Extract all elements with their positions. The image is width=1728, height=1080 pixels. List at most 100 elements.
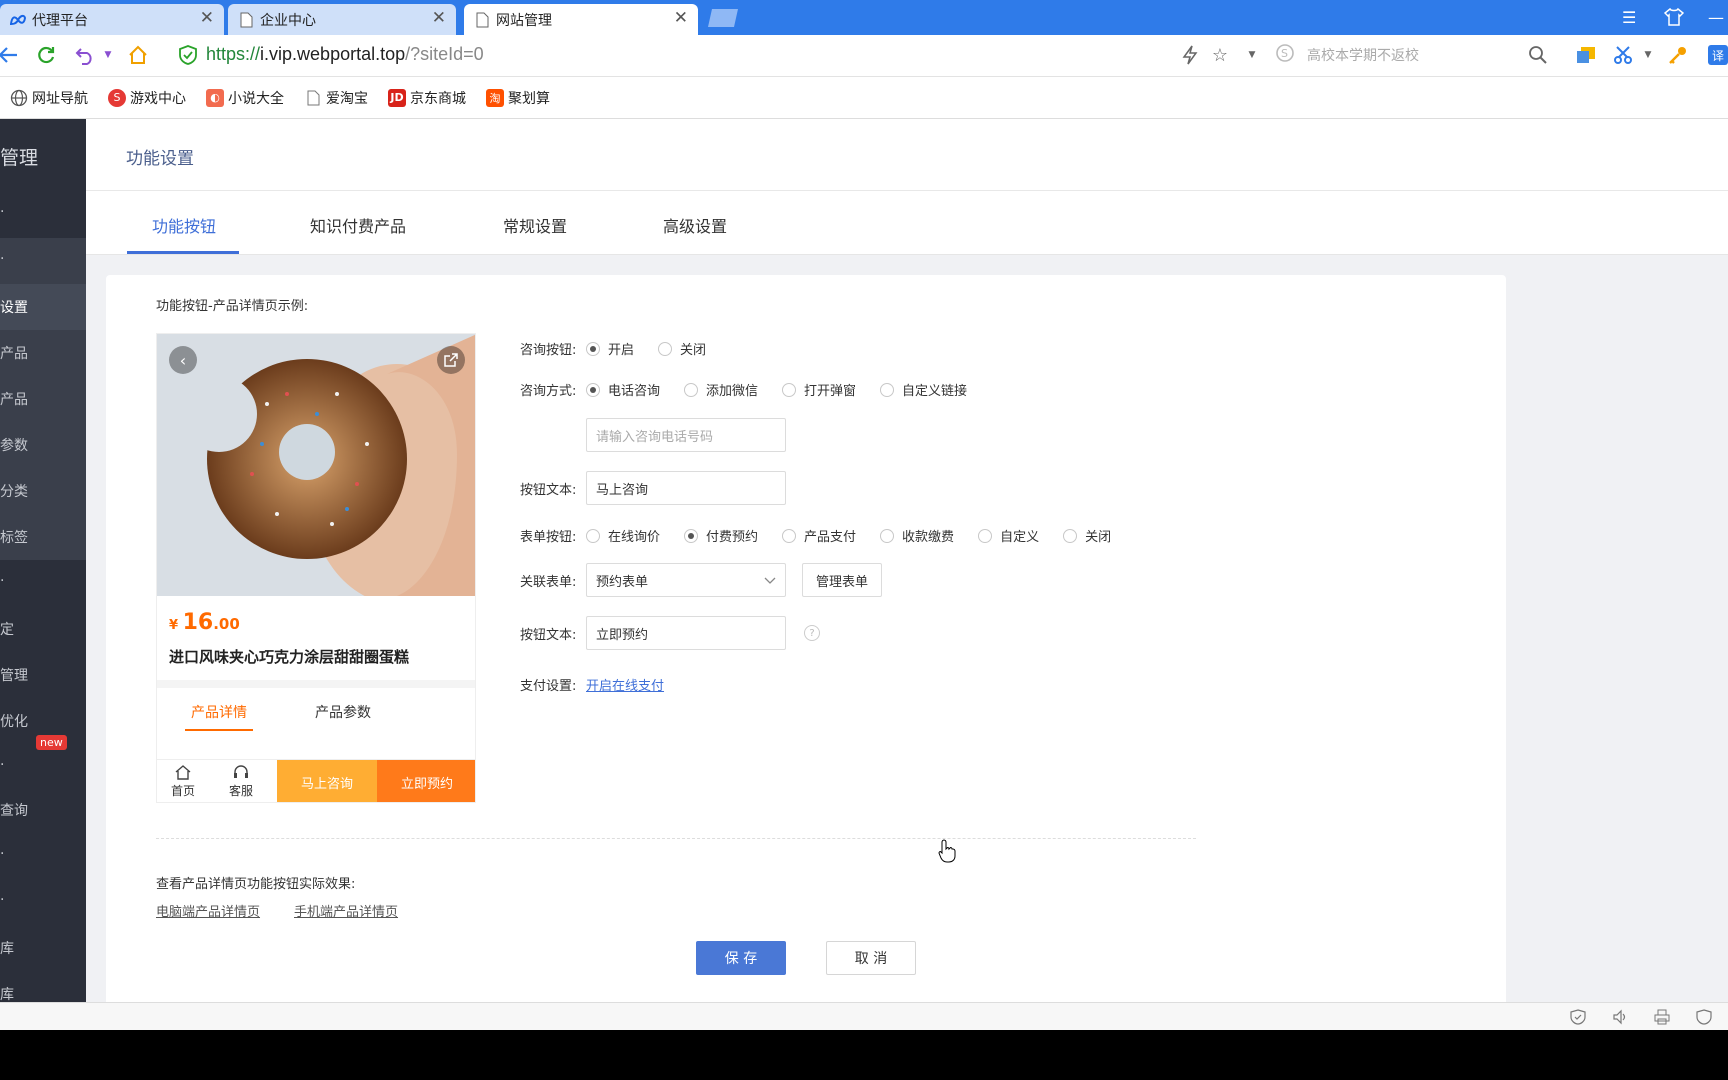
- sidebar-item-settings[interactable]: 设置: [0, 284, 86, 330]
- back-arrow-icon[interactable]: [0, 43, 20, 67]
- taobao-icon: 淘: [486, 88, 504, 107]
- sidebar-item-query[interactable]: 查询: [0, 787, 86, 833]
- effect-links: 电脑端产品详情页 手机端产品详情页: [156, 901, 432, 920]
- minimize-icon[interactable]: —: [1708, 8, 1724, 27]
- bookmark-aitaobao[interactable]: 爱淘宝: [304, 88, 368, 108]
- radio-form-off[interactable]: 关闭: [1063, 526, 1111, 545]
- preview-book-button[interactable]: 立即预约: [377, 760, 475, 802]
- search-placeholder: 高校本学期不返校: [1307, 48, 1419, 64]
- radio-consult-on[interactable]: 开启: [586, 339, 634, 358]
- phone-input[interactable]: 请输入咨询电话号码: [586, 418, 786, 452]
- radio-method-popup[interactable]: 打开弹窗: [782, 380, 856, 399]
- sidebar-item[interactable]: 定: [0, 606, 86, 652]
- bookmark-nav[interactable]: 网址导航: [10, 88, 88, 108]
- screenshot-icon[interactable]: [1574, 43, 1598, 67]
- tab-advanced-settings[interactable]: 高级设置: [663, 213, 727, 237]
- browser-tab-agent-platform[interactable]: 代理平台 ✕: [0, 4, 224, 35]
- chevron-down-icon[interactable]: ▼: [1240, 43, 1264, 67]
- radio-consult-off[interactable]: 关闭: [658, 339, 706, 358]
- tab-function-buttons[interactable]: 功能按钮: [152, 213, 216, 237]
- save-button[interactable]: 保 存: [696, 941, 786, 975]
- cancel-button[interactable]: 取 消: [826, 941, 916, 975]
- sidebar-item-tags[interactable]: 标签: [0, 514, 86, 560]
- help-icon[interactable]: ?: [804, 625, 820, 641]
- search-box[interactable]: S 高校本学期不返校: [1275, 39, 1555, 71]
- radio-online-inquiry[interactable]: 在线询价: [586, 526, 660, 545]
- sidebar-item-products-2[interactable]: 产品: [0, 376, 86, 422]
- refresh-icon[interactable]: [34, 43, 58, 67]
- preview-tab-detail[interactable]: 产品详情: [191, 702, 247, 722]
- sidebar-item[interactable]: ·: [0, 560, 86, 606]
- browser-tab-enterprise-center[interactable]: 企业中心 ✕: [228, 4, 456, 35]
- radio-custom[interactable]: 自定义: [978, 526, 1039, 545]
- translate-icon[interactable]: 译: [1706, 43, 1728, 67]
- consult-method-row: 咨询方式: 电话咨询 添加微信 打开弹窗 自定义链接: [520, 380, 991, 399]
- active-tab-indicator: [127, 251, 239, 254]
- radio-product-payment[interactable]: 产品支付: [782, 526, 856, 545]
- sidebar-item-library[interactable]: 库: [0, 925, 86, 971]
- url-field[interactable]: https://i.vip.webportal.top/?siteId=0: [206, 44, 484, 65]
- chevron-down-icon[interactable]: ▼: [96, 43, 120, 67]
- sidebar-item-library-2[interactable]: 库: [0, 971, 86, 1002]
- phone-input-row: 请输入咨询电话号码: [520, 418, 786, 452]
- bookmark-jd[interactable]: JD 京东商城: [388, 88, 466, 108]
- lightning-icon[interactable]: [1178, 43, 1202, 67]
- radio-method-phone[interactable]: 电话咨询: [586, 380, 660, 399]
- sidebar-item[interactable]: ·: [0, 744, 86, 790]
- sidebar-item[interactable]: ·: [0, 191, 86, 237]
- radio-method-custom-link[interactable]: 自定义链接: [880, 380, 967, 399]
- sidebar-item[interactable]: ·: [0, 833, 86, 879]
- sidebar-item-params[interactable]: 参数: [0, 422, 86, 468]
- sidebar-item-categories[interactable]: 分类: [0, 468, 86, 514]
- search-engine-icon[interactable]: S: [1275, 43, 1295, 67]
- printer-icon[interactable]: [1654, 1009, 1670, 1025]
- speaker-icon[interactable]: [1612, 1009, 1628, 1025]
- sidebar-item-management[interactable]: 管理: [0, 652, 86, 698]
- sidebar-item-products[interactable]: 产品: [0, 330, 86, 376]
- search-icon[interactable]: [1526, 43, 1550, 67]
- adblock-icon[interactable]: [1696, 1009, 1712, 1025]
- sidebar-item[interactable]: ·: [0, 238, 86, 284]
- browser-tab-site-management[interactable]: 网站管理 ✕: [464, 4, 698, 35]
- star-icon[interactable]: ☆: [1208, 43, 1232, 67]
- skin-icon[interactable]: [1663, 7, 1685, 30]
- bookmark-novels[interactable]: ◐ 小说大全: [206, 88, 284, 108]
- chevron-left-icon[interactable]: ‹: [169, 346, 197, 374]
- page: 管理 · · 设置 产品 产品 参数 分类 标签 · 定 管理 优化 new ·…: [0, 119, 1728, 1002]
- mobile-detail-link[interactable]: 手机端产品详情页: [294, 901, 398, 920]
- chevron-down-icon[interactable]: ▼: [1636, 43, 1660, 67]
- settings-card: 功能按钮-产品详情页示例: ‹ ¥ 16.00 进口风味夹心巧克力涂层甜甜圈蛋糕…: [106, 275, 1506, 1002]
- pc-detail-link[interactable]: 电脑端产品详情页: [156, 901, 260, 920]
- linked-form-select[interactable]: 预约表单: [586, 563, 786, 597]
- service-label: 客服: [228, 784, 253, 798]
- close-icon[interactable]: ✕: [674, 10, 688, 27]
- shield-check-icon[interactable]: [1570, 1009, 1586, 1025]
- menu-icon[interactable]: ☰: [1622, 8, 1636, 27]
- key-icon[interactable]: [1666, 43, 1690, 67]
- scissors-icon[interactable]: [1612, 43, 1636, 67]
- tab-general-settings[interactable]: 常规设置: [503, 213, 567, 237]
- preview-service[interactable]: 客服: [221, 764, 261, 799]
- button-text-input[interactable]: 马上咨询: [586, 471, 786, 505]
- enable-online-pay-link[interactable]: 开启在线支付: [586, 675, 664, 694]
- share-icon[interactable]: [437, 346, 465, 374]
- bookmark-games[interactable]: S 游戏中心: [108, 88, 186, 108]
- close-icon[interactable]: ✕: [200, 10, 214, 27]
- manage-form-button[interactable]: 管理表单: [802, 563, 883, 597]
- tab-paid-knowledge[interactable]: 知识付费产品: [310, 213, 406, 237]
- button-text2-input[interactable]: 立即预约: [586, 616, 786, 650]
- radio-dot: [1063, 528, 1078, 543]
- sidebar-item[interactable]: ·: [0, 879, 86, 925]
- undo-icon[interactable]: [74, 43, 98, 67]
- close-icon[interactable]: ✕: [432, 10, 446, 27]
- radio-dot: [782, 528, 797, 543]
- radio-collect-fee[interactable]: 收款缴费: [880, 526, 954, 545]
- preview-consult-button[interactable]: 马上咨询: [277, 760, 377, 802]
- preview-home[interactable]: 首页: [163, 764, 203, 799]
- bookmark-juhuasuan[interactable]: 淘 聚划算: [486, 88, 550, 108]
- new-tab-icon[interactable]: [706, 8, 742, 28]
- radio-paid-booking[interactable]: 付费预约: [684, 526, 758, 545]
- radio-method-wechat[interactable]: 添加微信: [684, 380, 758, 399]
- home-icon[interactable]: [126, 43, 150, 67]
- preview-tab-params[interactable]: 产品参数: [315, 702, 371, 722]
